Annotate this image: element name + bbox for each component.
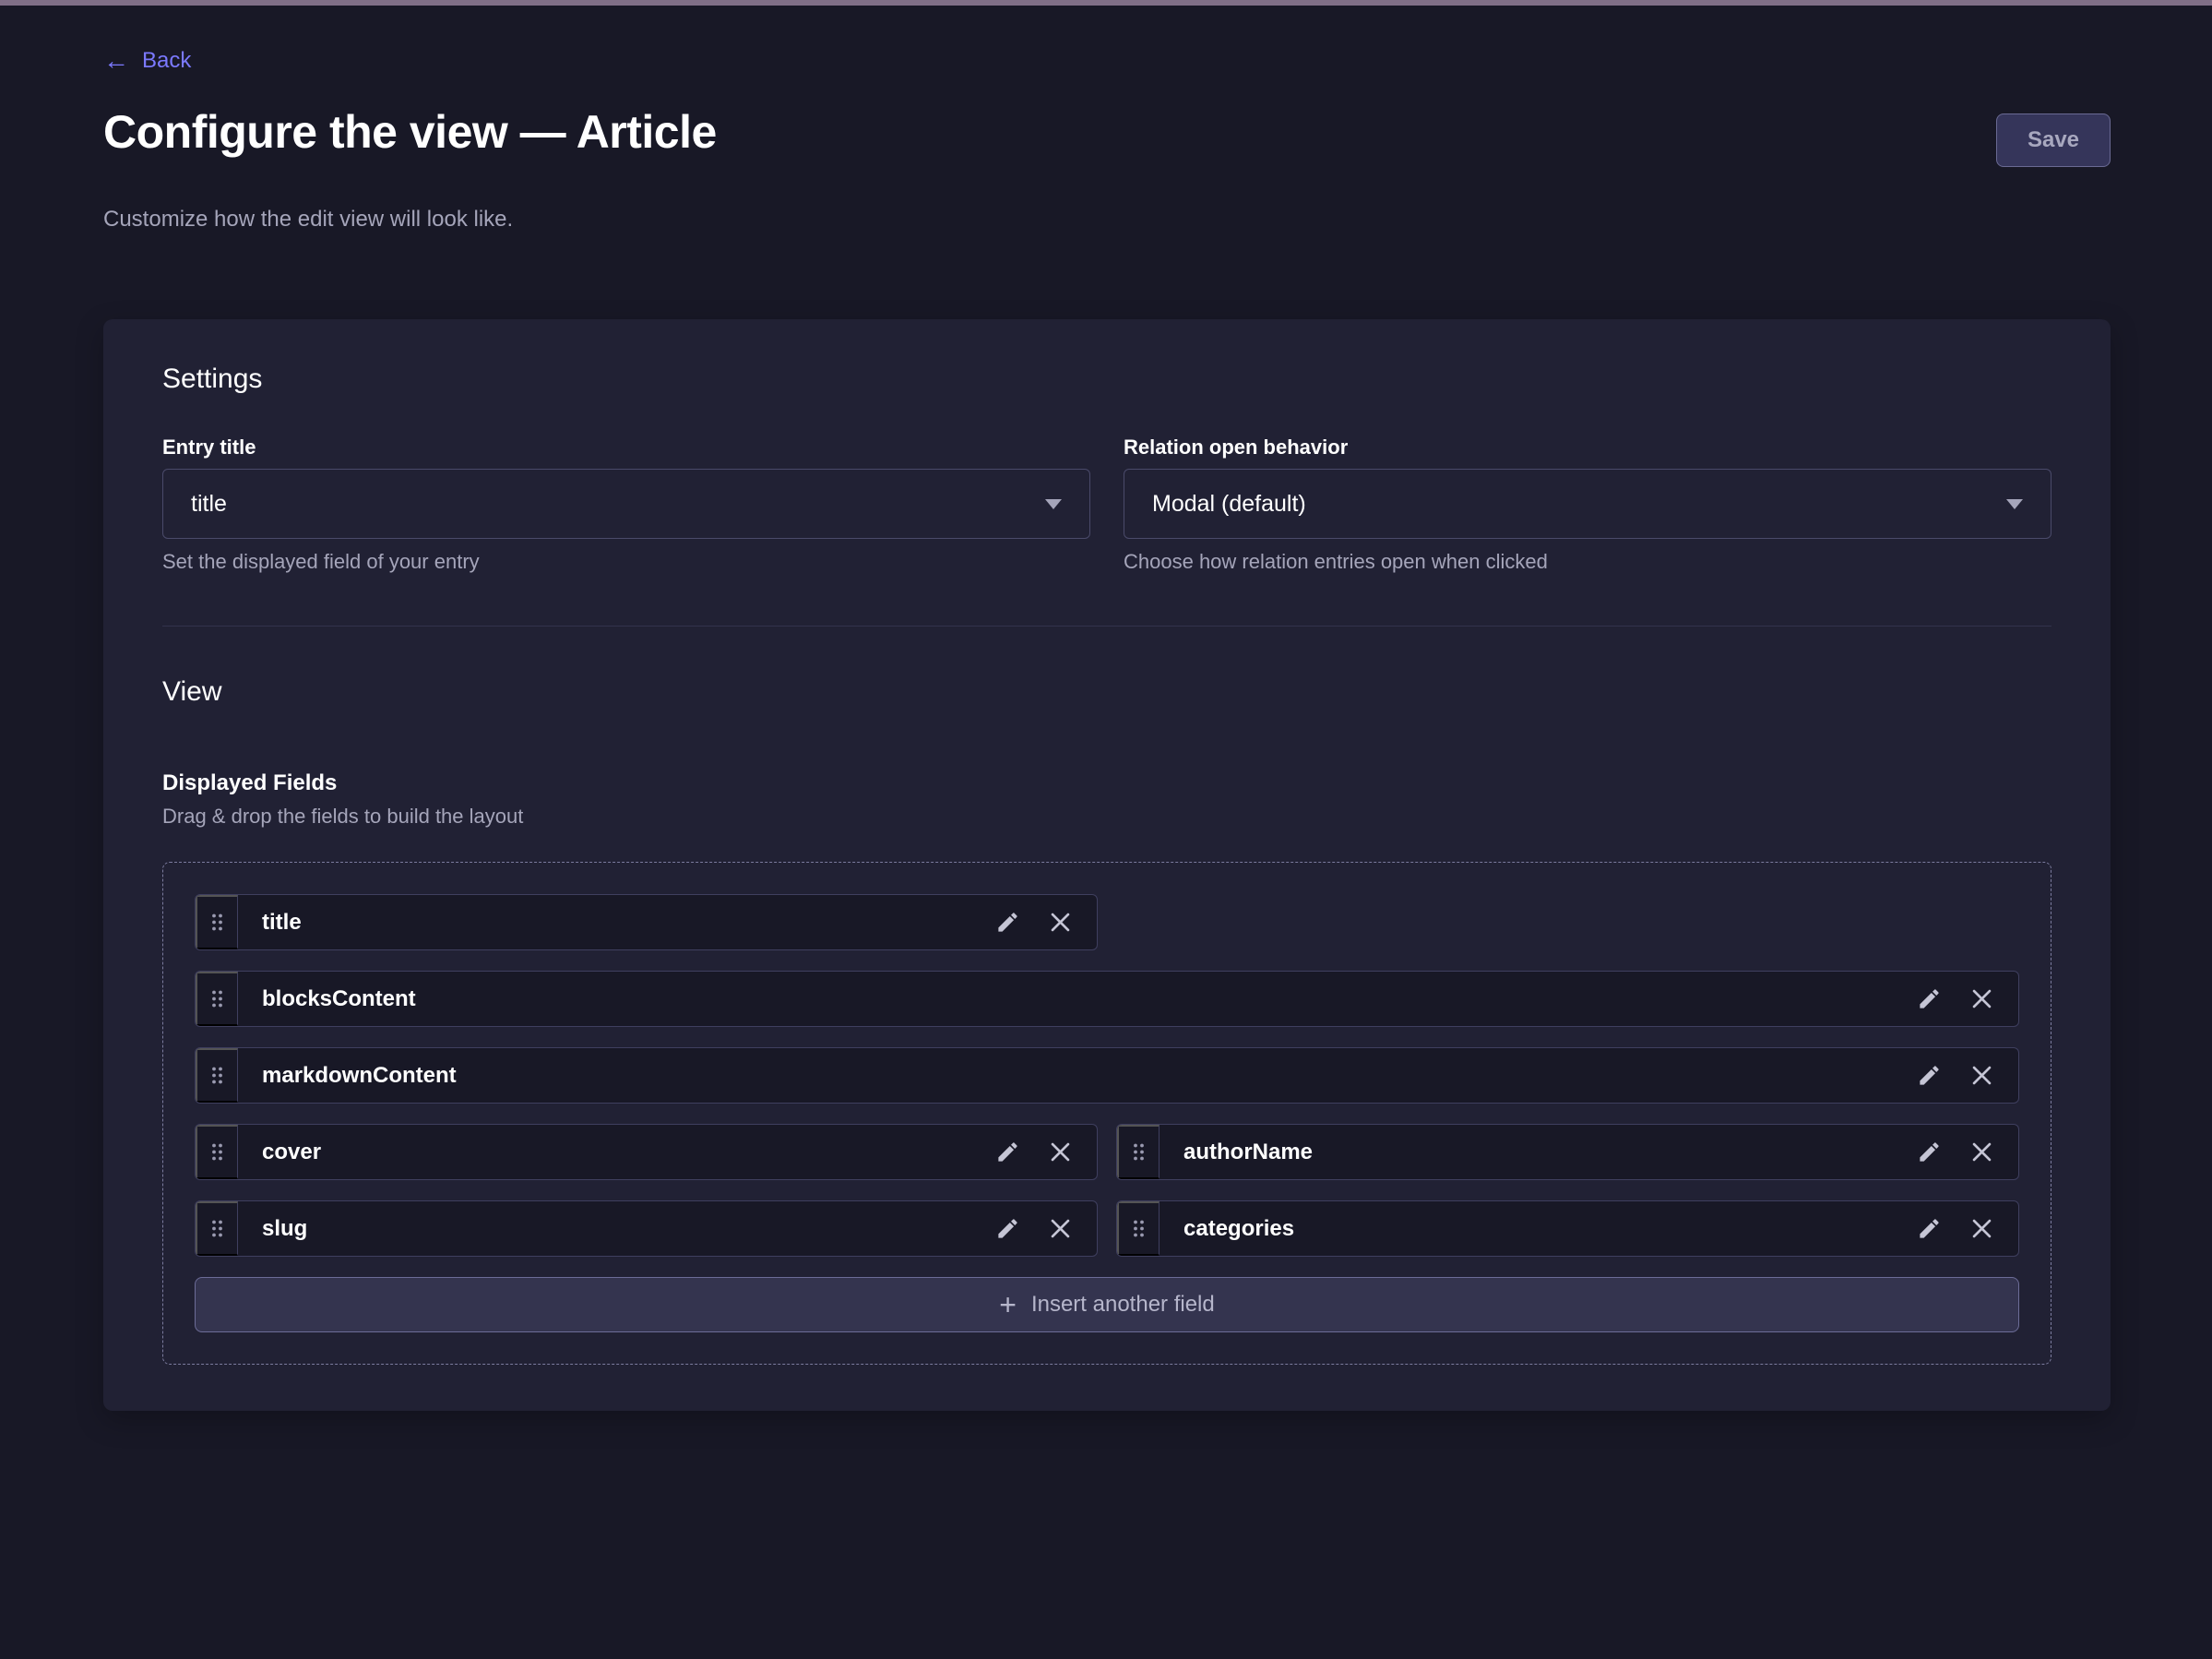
- pencil-icon: [1917, 1140, 1942, 1164]
- drag-dots-icon: [210, 988, 224, 1009]
- entry-title-select[interactable]: title: [162, 469, 1090, 539]
- relation-open-behavior-select[interactable]: Modal (default): [1124, 469, 2051, 539]
- pencil-icon: [1917, 1216, 1942, 1241]
- drag-handle[interactable]: [196, 1125, 238, 1179]
- edit-field-button[interactable]: [995, 910, 1020, 935]
- remove-field-button[interactable]: [1969, 986, 1994, 1011]
- relation-open-behavior-label: Relation open behavior: [1124, 436, 2051, 460]
- entry-title-value: title: [191, 491, 227, 518]
- page-title: Configure the view — Article: [103, 105, 717, 159]
- pencil-icon: [1917, 1063, 1942, 1088]
- drag-handle[interactable]: [196, 1201, 238, 1256]
- field-label: authorName: [1160, 1125, 1917, 1179]
- insert-another-field-label: Insert another field: [1031, 1292, 1215, 1318]
- field-row-actions: [995, 1125, 1097, 1179]
- pencil-icon: [1917, 986, 1942, 1011]
- drag-dots-icon: [1132, 1141, 1146, 1163]
- drag-dots-icon: [210, 912, 224, 933]
- back-link[interactable]: ← Back: [103, 48, 191, 74]
- edit-field-button[interactable]: [1917, 986, 1942, 1011]
- remove-field-button[interactable]: [1969, 1063, 1994, 1088]
- field-row-actions: [1917, 1125, 2018, 1179]
- cross-icon: [1969, 1140, 1994, 1164]
- drag-handle[interactable]: [196, 972, 238, 1026]
- relation-open-behavior-value: Modal (default): [1152, 491, 1306, 518]
- field-row: categories: [1116, 1200, 2019, 1257]
- configure-view-card: Settings Entry title title Set the displ…: [103, 319, 2111, 1411]
- relation-open-behavior-field-group: Relation open behavior Modal (default) C…: [1124, 436, 2051, 574]
- view-heading: View: [162, 676, 2051, 708]
- entry-title-field-group: Entry title title Set the displayed fiel…: [162, 436, 1090, 574]
- field-row-actions: [995, 1201, 1097, 1256]
- fields-grid: title blocksConten: [195, 894, 2019, 1332]
- save-button[interactable]: Save: [1996, 113, 2111, 167]
- field-row: slug: [195, 1200, 1098, 1257]
- pencil-icon: [995, 910, 1020, 935]
- cross-icon: [1048, 1140, 1073, 1164]
- field-row: cover: [195, 1124, 1098, 1180]
- drag-dots-icon: [210, 1218, 224, 1239]
- settings-grid: Entry title title Set the displayed fiel…: [162, 436, 2051, 574]
- top-accent-bar: [0, 0, 2212, 6]
- remove-field-button[interactable]: [1048, 910, 1073, 935]
- edit-field-button[interactable]: [1917, 1140, 1942, 1164]
- edit-field-button[interactable]: [995, 1216, 1020, 1241]
- field-label: slug: [238, 1201, 995, 1256]
- field-row: blocksContent: [195, 971, 2019, 1027]
- field-row: markdownContent: [195, 1047, 2019, 1104]
- section-divider: [162, 626, 2051, 627]
- layout-builder-dropzone: title blocksConten: [162, 862, 2051, 1365]
- pencil-icon: [995, 1216, 1020, 1241]
- back-arrow-icon: ←: [103, 48, 129, 74]
- cross-icon: [1969, 1063, 1994, 1088]
- drag-handle[interactable]: [1117, 1201, 1160, 1256]
- drag-dots-icon: [210, 1065, 224, 1086]
- drag-handle[interactable]: [196, 895, 238, 949]
- chevron-down-icon: [1045, 499, 1062, 509]
- plus-icon: +: [999, 1290, 1017, 1319]
- field-row-actions: [995, 895, 1097, 949]
- page-subtitle: Customize how the edit view will look li…: [103, 207, 513, 233]
- edit-field-button[interactable]: [1917, 1216, 1942, 1241]
- field-row: authorName: [1116, 1124, 2019, 1180]
- entry-title-hint: Set the displayed field of your entry: [162, 550, 1090, 574]
- displayed-fields-title: Displayed Fields: [162, 770, 2051, 796]
- remove-field-button[interactable]: [1048, 1216, 1073, 1241]
- cross-icon: [1048, 910, 1073, 935]
- back-link-label: Back: [142, 48, 191, 74]
- remove-field-button[interactable]: [1969, 1140, 1994, 1164]
- field-label: categories: [1160, 1201, 1917, 1256]
- chevron-down-icon: [2006, 499, 2023, 509]
- field-row-actions: [1917, 972, 2018, 1026]
- displayed-fields-subtitle: Drag & drop the fields to build the layo…: [162, 805, 2051, 829]
- remove-field-button[interactable]: [1048, 1140, 1073, 1164]
- field-label: title: [238, 895, 995, 949]
- settings-heading: Settings: [162, 364, 2051, 395]
- drag-handle[interactable]: [1117, 1125, 1160, 1179]
- field-label: markdownContent: [238, 1048, 1917, 1103]
- insert-another-field-button[interactable]: + Insert another field: [195, 1277, 2019, 1332]
- cross-icon: [1969, 1216, 1994, 1241]
- entry-title-label: Entry title: [162, 436, 1090, 460]
- relation-open-behavior-hint: Choose how relation entries open when cl…: [1124, 550, 2051, 574]
- remove-field-button[interactable]: [1969, 1216, 1994, 1241]
- field-row-actions: [1917, 1048, 2018, 1103]
- field-row: title: [195, 894, 1098, 950]
- field-label: cover: [238, 1125, 995, 1179]
- drag-handle[interactable]: [196, 1048, 238, 1103]
- pencil-icon: [995, 1140, 1020, 1164]
- field-label: blocksContent: [238, 972, 1917, 1026]
- edit-field-button[interactable]: [995, 1140, 1020, 1164]
- field-row-actions: [1917, 1201, 2018, 1256]
- cross-icon: [1048, 1216, 1073, 1241]
- edit-field-button[interactable]: [1917, 1063, 1942, 1088]
- drag-dots-icon: [1132, 1218, 1146, 1239]
- cross-icon: [1969, 986, 1994, 1011]
- drag-dots-icon: [210, 1141, 224, 1163]
